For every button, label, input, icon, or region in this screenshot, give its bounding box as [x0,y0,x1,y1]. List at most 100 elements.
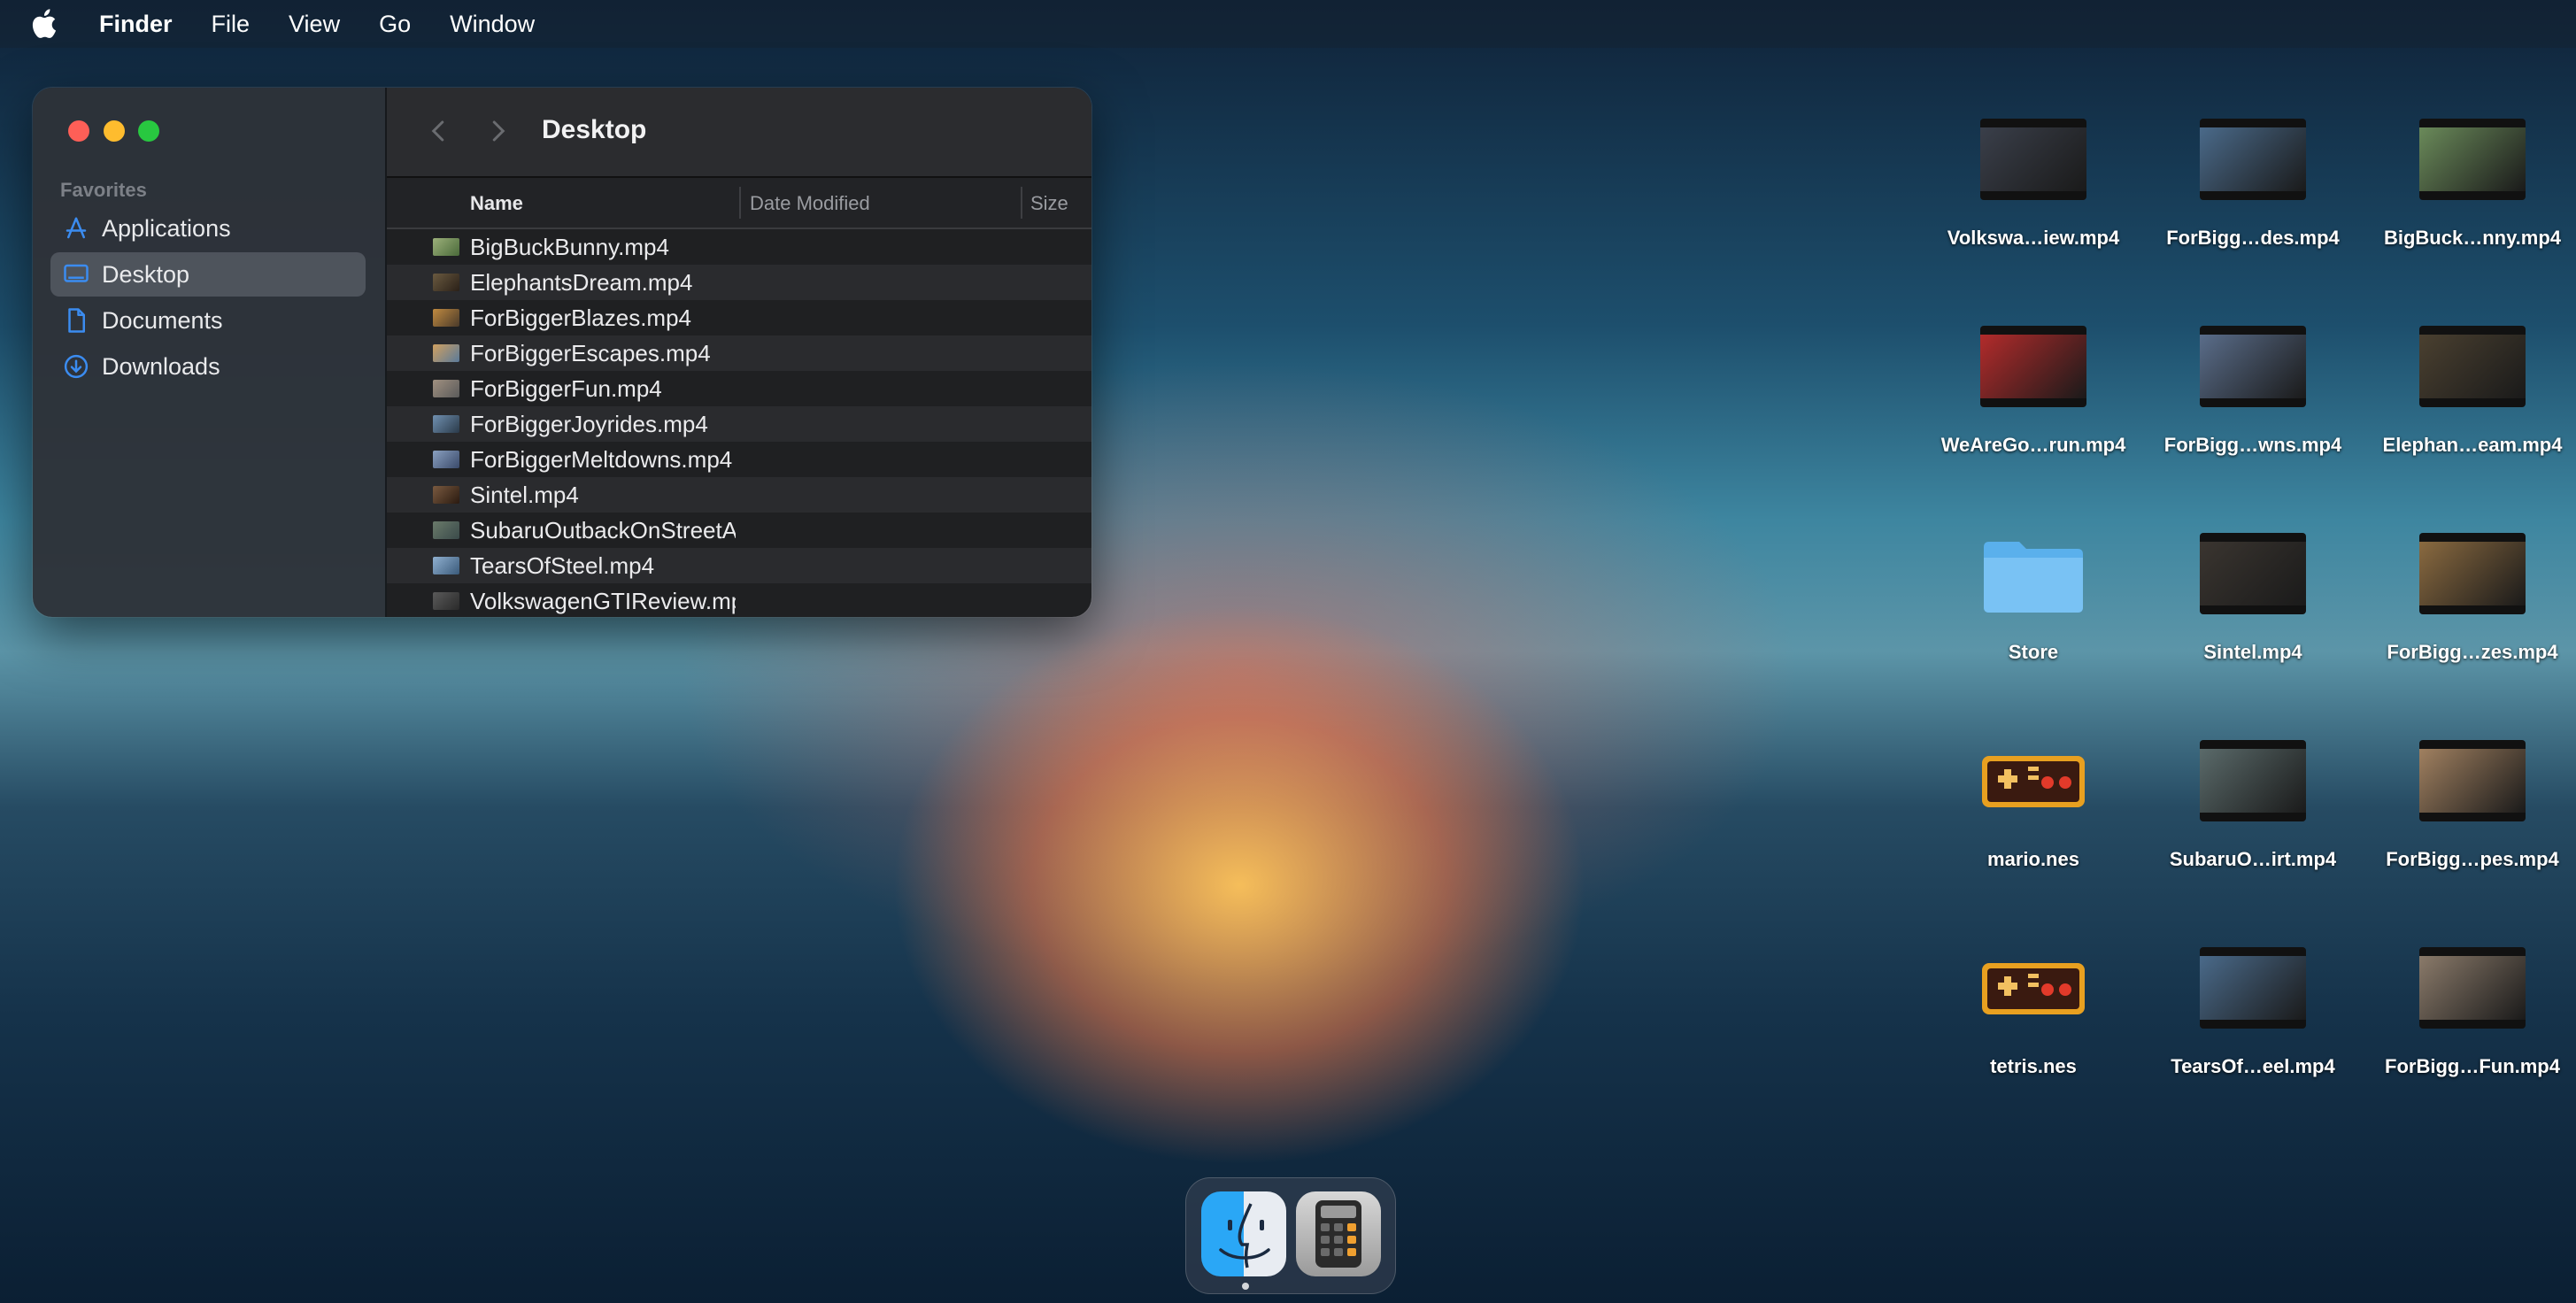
video-frame [2200,335,2306,398]
file-row[interactable]: TearsOfSteel.mp4 [387,548,1091,583]
finder-face-icon [1219,1203,1270,1268]
desktop-item[interactable]: SubaruO…irt.mp4 [2143,715,2363,901]
sidebar-item-documents[interactable]: Documents [50,298,366,343]
desktop-item[interactable]: Elephan…eam.mp4 [2363,301,2576,487]
menu-file[interactable]: File [212,11,251,38]
downloads-icon [64,354,89,379]
menu-window[interactable]: Window [450,11,535,38]
file-name: VolkswagenGTIReview.mp4 [470,587,736,614]
file-row[interactable]: ForBiggerBlazes.mp4 [387,300,1091,335]
desktop-item[interactable]: ForBigg…Fun.mp4 [2363,922,2576,1108]
calculator-icon[interactable] [1296,1191,1381,1276]
menu-app-name[interactable]: Finder [99,11,173,38]
video-thumbnail-icon [433,274,459,291]
file-row[interactable]: Sintel.mp4 [387,477,1091,513]
video-frame [2419,335,2526,398]
video-thumbnail-icon [1980,119,2086,200]
file-name: ElephantsDream.mp4 [470,268,693,296]
video-frame [2419,749,2526,813]
video-frame [1980,335,2086,398]
video-thumbnail-icon [433,309,459,327]
dock [1185,1177,1396,1294]
minimize-button[interactable] [104,120,125,142]
desktop-item[interactable]: mario.nes [1924,715,2143,901]
desktop-item-label: ForBigg…pes.mp4 [2386,848,2559,870]
file-row[interactable]: ForBiggerFun.mp4 [387,371,1091,406]
column-divider[interactable] [739,187,741,219]
desktop-item-label: TearsOf…eel.mp4 [2171,1055,2335,1077]
column-date-modified[interactable]: Date Modified [750,192,870,215]
desktop-item[interactable]: Volkswa…iew.mp4 [1924,94,2143,280]
video-frame [2200,127,2306,191]
desktop-item-label: Sintel.mp4 [2203,641,2302,663]
desktop-item[interactable]: Store [1924,508,2143,694]
sidebar-item-downloads[interactable]: Downloads [50,344,366,389]
apple-icon[interactable] [27,5,64,42]
desktop-item[interactable]: ForBigg…zes.mp4 [2363,508,2576,694]
desktop-icon [64,264,89,282]
file-name: ForBiggerFun.mp4 [470,374,662,402]
desktop-item-label: ForBigg…Fun.mp4 [2385,1055,2560,1077]
video-frame [2419,956,2526,1020]
desktop-item-label: ForBigg…zes.mp4 [2387,641,2558,663]
file-row[interactable]: ForBiggerJoyrides.mp4 [387,406,1091,442]
desktop-item[interactable]: Sintel.mp4 [2143,508,2363,694]
file-row[interactable]: SubaruOutbackOnStreetAndDirt.mp4 [387,513,1091,548]
desktop-item-label: BigBuck…nny.mp4 [2383,227,2562,249]
calculator-keys-icon [1315,1200,1361,1268]
column-name[interactable]: Name [470,192,523,215]
video-frame [2200,749,2306,813]
menu-go[interactable]: Go [379,11,411,38]
video-thumbnail-icon [2200,947,2306,1029]
video-thumbnail-icon [433,521,459,539]
finder-icon[interactable] [1201,1191,1286,1276]
file-row[interactable]: ElephantsDream.mp4 [387,265,1091,300]
desktop-item[interactable]: tetris.nes [1924,922,2143,1108]
desktop-item[interactable]: WeAreGo…run.mp4 [1924,301,2143,487]
sidebar-item-label: Documents [102,306,223,334]
desktop-item-label: Elephan…eam.mp4 [2382,434,2563,456]
file-name: ForBiggerJoyrides.mp4 [470,410,708,437]
applications-icon [66,217,87,239]
file-row[interactable]: ForBiggerMeltdowns.mp4 [387,442,1091,477]
video-thumbnail-icon [1980,326,2086,407]
desktop-item[interactable]: TearsOf…eel.mp4 [2143,922,2363,1108]
video-thumbnail-icon [2200,119,2306,200]
video-thumbnail-icon [2419,326,2526,407]
video-thumbnail-icon [433,238,459,256]
desktop-item[interactable]: ForBigg…wns.mp4 [2143,301,2363,487]
file-row[interactable]: BigBuckBunny.mp4 [387,229,1091,265]
video-thumbnail-icon [433,451,459,468]
gamepad-icon [1980,947,2086,1029]
finder-window: Favorites Applications Desktop Documents [33,88,1091,617]
file-row[interactable]: ForBiggerEscapes.mp4 [387,335,1091,371]
column-divider[interactable] [1021,187,1022,219]
sidebar-item-desktop[interactable]: Desktop [50,252,366,297]
sidebar-item-applications[interactable]: Applications [50,206,366,251]
file-row[interactable]: VolkswagenGTIReview.mp4 [387,583,1091,617]
finder-sidebar: Favorites Applications Desktop Documents [33,88,387,617]
desktop-item-label: ForBigg…des.mp4 [2166,227,2340,249]
video-thumbnail-icon [2200,740,2306,821]
desktop-item[interactable]: ForBigg…pes.mp4 [2363,715,2576,901]
zoom-button[interactable] [138,120,159,142]
desktop-item[interactable]: BigBuck…nny.mp4 [2363,94,2576,280]
file-name: BigBuckBunny.mp4 [470,233,669,260]
file-name: TearsOfSteel.mp4 [470,551,655,579]
back-arrow-icon[interactable] [426,118,452,144]
close-button[interactable] [68,120,89,142]
file-name: SubaruOutbackOnStreetAndDirt.mp4 [470,516,736,544]
desktop-item-label: Store [2008,641,2059,663]
file-list: BigBuckBunny.mp4 ElephantsDream.mp4 ForB… [387,229,1091,617]
forward-arrow-icon[interactable] [484,118,511,144]
desktop-item-label: ForBigg…wns.mp4 [2163,434,2342,456]
desktop: Finder File View Go Window Favorites App… [0,0,2576,1303]
column-size[interactable]: Size [1030,192,1068,215]
desktop-item-label: SubaruO…irt.mp4 [2169,848,2337,870]
desktop-item-label: tetris.nes [1990,1055,2077,1077]
desktop-item[interactable]: ForBigg…des.mp4 [2143,94,2363,280]
video-thumbnail-icon [2419,533,2526,614]
video-thumbnail-icon [2419,947,2526,1029]
video-thumbnail-icon [2200,326,2306,407]
menu-view[interactable]: View [289,11,340,38]
